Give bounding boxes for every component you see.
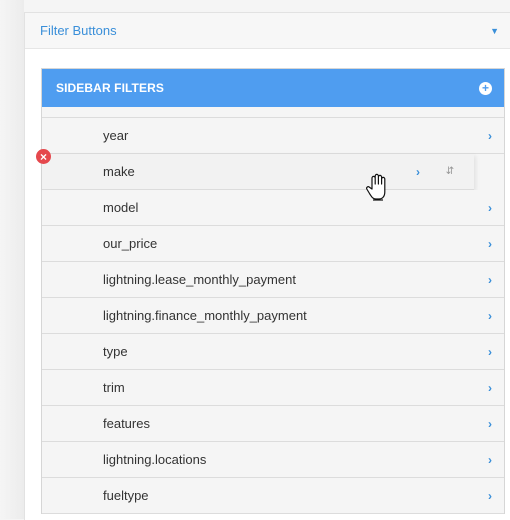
chevron-right-icon[interactable]: › xyxy=(478,237,502,251)
chevron-right-icon[interactable]: › xyxy=(478,201,502,215)
chevron-right-icon[interactable]: › xyxy=(478,453,502,467)
chevron-right-icon[interactable]: › xyxy=(406,165,430,179)
chevron-right-icon[interactable]: › xyxy=(478,489,502,503)
filter-label: trim xyxy=(103,380,125,395)
filter-label: lightning.locations xyxy=(103,452,207,467)
chevron-right-icon[interactable]: › xyxy=(478,417,502,431)
filter-row-lease-payment[interactable]: lightning.lease_monthly_payment › xyxy=(42,262,504,298)
caret-down-icon[interactable]: ▼ xyxy=(490,26,499,36)
add-filter-icon[interactable]: + xyxy=(479,81,492,95)
filter-label: features xyxy=(103,416,150,431)
list-spacer xyxy=(42,107,504,118)
chevron-right-icon[interactable]: › xyxy=(478,309,502,323)
sidebar-filters-card: SIDEBAR FILTERS + year › make › ⇵ model … xyxy=(41,68,505,514)
chevron-right-icon[interactable]: › xyxy=(478,129,502,143)
left-shadow xyxy=(0,0,24,519)
chevron-right-icon[interactable]: › xyxy=(478,345,502,359)
filter-label: make xyxy=(103,164,135,179)
filter-label: our_price xyxy=(103,236,158,251)
chevron-right-icon[interactable]: › xyxy=(478,381,502,395)
remove-circle-icon[interactable]: × xyxy=(36,149,51,164)
filter-label: lightning.finance_monthly_payment xyxy=(103,308,307,323)
filter-row-finance-payment[interactable]: lightning.finance_monthly_payment › xyxy=(42,298,504,334)
sort-handle-icon[interactable]: ⇵ xyxy=(436,166,464,177)
filter-row-locations[interactable]: lightning.locations › xyxy=(42,442,504,478)
panel-header[interactable]: Filter Buttons ▼ xyxy=(25,13,510,49)
card-header: SIDEBAR FILTERS + xyxy=(42,69,504,107)
filter-label: type xyxy=(103,344,128,359)
filter-row-our-price[interactable]: our_price › xyxy=(42,226,504,262)
filter-label: fueltype xyxy=(103,488,149,503)
panel-title: Filter Buttons xyxy=(40,23,117,38)
filter-row-type[interactable]: type › xyxy=(42,334,504,370)
filter-row-model[interactable]: model › xyxy=(42,190,504,226)
chevron-right-icon[interactable]: › xyxy=(478,273,502,287)
filter-buttons-panel: Filter Buttons ▼ SIDEBAR FILTERS + year … xyxy=(24,12,510,520)
filter-label: year xyxy=(103,128,129,143)
filter-row-make[interactable]: make › ⇵ xyxy=(42,154,474,190)
grab-hand-cursor-icon xyxy=(366,173,386,201)
filter-row-year[interactable]: year › xyxy=(42,118,504,154)
filter-label: lightning.lease_monthly_payment xyxy=(103,272,296,287)
filter-label: model xyxy=(103,200,139,215)
card-title: SIDEBAR FILTERS xyxy=(56,81,164,95)
filter-row-features[interactable]: features › xyxy=(42,406,504,442)
filter-row-fueltype[interactable]: fueltype › xyxy=(42,478,504,514)
filter-row-trim[interactable]: trim › xyxy=(42,370,504,406)
